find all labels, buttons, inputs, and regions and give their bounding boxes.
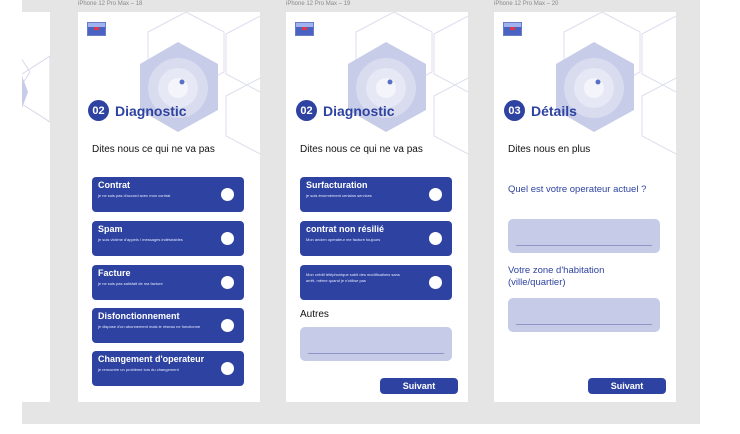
frame-label: iPhone 12 Pro Max – 20: [494, 1, 559, 7]
frame-label: iPhone 12 Pro Max – 19: [286, 1, 351, 7]
option-description: je ne suis pas satisfait de ma facture: [98, 281, 163, 286]
input-underline: [516, 245, 652, 246]
option-card-disfonctionnement[interactable]: Disfonctionnement je dispose d'un abonne…: [92, 308, 244, 343]
input-underline: [308, 353, 444, 354]
option-card-changement-operateur[interactable]: Changement d'operateur je rencontre un p…: [92, 351, 244, 386]
page-title: Détails: [531, 102, 577, 119]
screen-diagnostic-1: 02 Diagnostic Dites nous ce qui ne va pa…: [78, 12, 260, 402]
next-button[interactable]: Suivant: [380, 378, 458, 394]
input-underline: [516, 324, 652, 325]
step-number: 03: [504, 100, 525, 121]
option-description: je ne suis pas d'accord avec mon contrat: [98, 193, 171, 198]
screen-details: 03 Détails Dites nous en plus Quel est v…: [494, 12, 676, 402]
option-title: Spam: [98, 224, 123, 234]
page-title: Diagnostic: [323, 102, 395, 119]
option-title: Facture: [98, 268, 131, 278]
option-title: Contrat: [98, 180, 130, 190]
frame-label: iPhone 12 Pro Max – 18: [78, 1, 143, 7]
option-title: Surfacturation: [306, 180, 368, 190]
option-description: Mon crédit téléphonique subit des modifi…: [306, 272, 400, 283]
app-logo: [503, 22, 522, 36]
option-card-facture[interactable]: Facture je ne suis pas satisfait de ma f…: [92, 265, 244, 300]
hexagon-decoration: [348, 12, 468, 155]
other-label: Autres: [300, 309, 329, 320]
partial-frame: [22, 12, 50, 402]
radio-button[interactable]: [221, 276, 234, 289]
page-subtitle: Dites nous ce qui ne va pas: [92, 144, 215, 155]
option-card-contrat-non-resilie[interactable]: contrat non résilié Mon ancien operateur…: [300, 221, 452, 256]
option-card-contrat[interactable]: Contrat je ne suis pas d'accord avec mon…: [92, 177, 244, 212]
app-logo: [87, 22, 106, 36]
radio-button[interactable]: [221, 362, 234, 375]
radio-button[interactable]: [221, 232, 234, 245]
page-subtitle: Dites nous en plus: [508, 144, 591, 155]
step-header: 03 Détails: [504, 100, 577, 121]
hexagon-decoration: [22, 55, 50, 123]
option-card-spam[interactable]: Spam je suis victime d'appels / messages…: [92, 221, 244, 256]
step-number: 02: [88, 100, 109, 121]
option-card-surfacturation[interactable]: Surfacturation je suis énormément certai…: [300, 177, 452, 212]
option-description: je dispose d'un abonnement mais le résea…: [98, 324, 201, 329]
step-number: 02: [296, 100, 317, 121]
zone-input[interactable]: [508, 298, 660, 332]
option-description: Mon ancien operateur me facture toujours: [306, 237, 381, 242]
option-description: je suis victime d'appels / messages indé…: [98, 237, 183, 242]
zone-question: Votre zone d'habitation (ville/quartier): [508, 265, 605, 288]
next-button[interactable]: Suivant: [588, 378, 666, 394]
page-title: Diagnostic: [115, 102, 187, 119]
hexagon-decoration: [556, 12, 676, 155]
step-header: 02 Diagnostic: [88, 100, 187, 121]
page-subtitle: Dites nous ce qui ne va pas: [300, 144, 423, 155]
radio-button[interactable]: [221, 319, 234, 332]
option-title: contrat non résilié: [306, 224, 385, 234]
option-card-credit[interactable]: Mon crédit téléphonique subit des modifi…: [300, 265, 452, 300]
design-canvas: iPhone 12 Pro Max – 18 02 Diagnostic Dit…: [22, 0, 700, 424]
option-title: Changement d'operateur: [98, 354, 205, 364]
option-description: je suis énormément certains services: [306, 193, 372, 198]
radio-button[interactable]: [429, 276, 442, 289]
option-title: Disfonctionnement: [98, 311, 180, 321]
app-logo: [295, 22, 314, 36]
option-description: je rencontre un problème lors du changem…: [98, 367, 179, 372]
operator-question: Quel est votre operateur actuel ?: [508, 184, 647, 195]
step-header: 02 Diagnostic: [296, 100, 395, 121]
operator-input[interactable]: [508, 219, 660, 253]
radio-button[interactable]: [429, 188, 442, 201]
screen-diagnostic-2: 02 Diagnostic Dites nous ce qui ne va pa…: [286, 12, 468, 402]
radio-button[interactable]: [429, 232, 442, 245]
radio-button[interactable]: [221, 188, 234, 201]
other-input[interactable]: [300, 327, 452, 361]
hexagon-decoration: [140, 12, 260, 155]
